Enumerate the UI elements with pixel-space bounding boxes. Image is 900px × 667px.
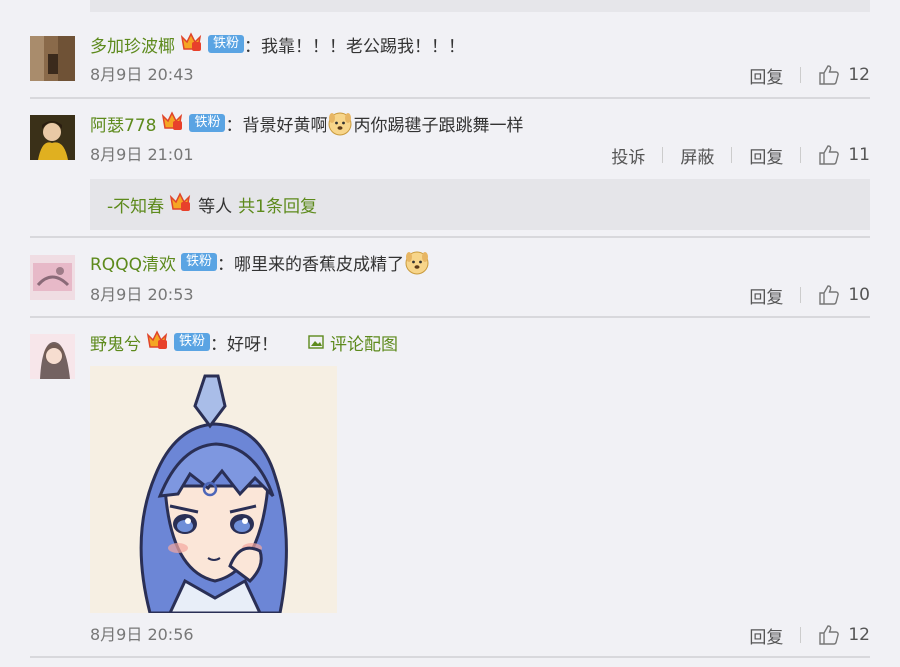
fan-badge[interactable]: 铁粉 — [189, 114, 226, 132]
divider — [800, 627, 802, 643]
avatar[interactable] — [30, 36, 75, 81]
comment-text-continued: 丙你踢毽子跟跳舞一样 — [353, 115, 524, 136]
avatar[interactable] — [30, 255, 75, 300]
fan-badge[interactable]: 铁粉 — [174, 333, 211, 351]
like-count: 11 — [848, 145, 870, 165]
username[interactable]: 野鬼兮 — [90, 330, 141, 355]
comment-actions: 回复 10 — [749, 283, 870, 308]
comment-time: 8月9日 21:01 — [90, 145, 194, 164]
comment-image-label: 评论配图 — [330, 334, 399, 355]
report-button[interactable]: 投诉 — [611, 143, 645, 168]
username[interactable]: RQQQ清欢 — [90, 250, 176, 275]
comment-actions: 回复 12 — [749, 623, 870, 648]
vip-crown-icon — [160, 110, 184, 137]
reply-button[interactable]: 回复 — [749, 283, 783, 308]
vip-crown-icon — [179, 31, 203, 58]
divider — [800, 287, 802, 303]
comment-time: 8月9日 20:43 — [90, 65, 194, 84]
comment-time: 8月9日 20:53 — [90, 285, 194, 304]
username[interactable]: 多加珍波椰 — [90, 32, 175, 57]
comment-line: 阿瑟778 铁粉 ：背景好黄啊 丙你踢毽子跟跳舞一样 — [90, 110, 524, 137]
comment-image-link[interactable]: 评论配图 — [308, 330, 398, 355]
comment-line: 野鬼兮 铁粉 ：好呀！ 评论配图 — [90, 329, 398, 356]
comment-time: 8月9日 20:56 — [90, 625, 194, 644]
comment-text: ：好呀！ — [210, 334, 279, 355]
sub-reply-box[interactable]: -不知春 等人 共1条回复 — [90, 179, 870, 230]
separator — [30, 316, 870, 318]
like-count: 12 — [848, 65, 870, 85]
comment-image[interactable] — [90, 366, 337, 613]
comment-line: 多加珍波椰 铁粉 ：我靠！！！老公踢我！！！ — [90, 31, 466, 58]
like-thumb-icon[interactable] — [818, 64, 840, 86]
separator — [30, 656, 870, 658]
previous-reply-box — [90, 0, 870, 12]
comment-text: ：背景好黄啊 — [225, 115, 328, 136]
emoji-dog-icon — [404, 249, 430, 275]
sub-reply-user[interactable]: -不知春 — [107, 192, 164, 217]
reply-button[interactable]: 回复 — [749, 63, 783, 88]
separator — [30, 236, 870, 238]
comment-actions: 回复 12 — [749, 63, 870, 88]
sub-reply-text: 等人 — [198, 197, 233, 217]
emoji-dog-icon — [327, 110, 353, 136]
like-thumb-icon[interactable] — [818, 284, 840, 306]
image-icon — [308, 335, 324, 349]
separator — [30, 97, 870, 99]
username[interactable]: 阿瑟778 — [90, 111, 156, 136]
block-button[interactable]: 屏蔽 — [680, 143, 714, 168]
vip-crown-icon — [168, 191, 192, 218]
divider — [800, 67, 802, 83]
like-thumb-icon[interactable] — [818, 144, 840, 166]
divider — [662, 147, 664, 163]
divider — [731, 147, 733, 163]
comment-text: ：我靠！！！老公踢我！！！ — [244, 36, 466, 57]
reply-button[interactable]: 回复 — [749, 623, 783, 648]
fan-badge[interactable]: 铁粉 — [208, 35, 245, 53]
comment-line: RQQQ清欢 铁粉 ：哪里来的香蕉皮成精了 — [90, 249, 430, 275]
fan-badge[interactable]: 铁粉 — [180, 253, 217, 271]
divider — [800, 147, 802, 163]
like-count: 10 — [848, 285, 870, 305]
like-count: 12 — [848, 625, 870, 645]
reply-button[interactable]: 回复 — [749, 143, 783, 168]
avatar[interactable] — [30, 334, 75, 379]
comment-text: ：哪里来的香蕉皮成精了 — [216, 254, 404, 275]
more-replies-link[interactable]: 共1条回复 — [238, 192, 317, 217]
comment-actions: 投诉 屏蔽 回复 11 — [611, 143, 870, 168]
vip-crown-icon — [145, 329, 169, 356]
avatar[interactable] — [30, 115, 75, 160]
like-thumb-icon[interactable] — [818, 624, 840, 646]
